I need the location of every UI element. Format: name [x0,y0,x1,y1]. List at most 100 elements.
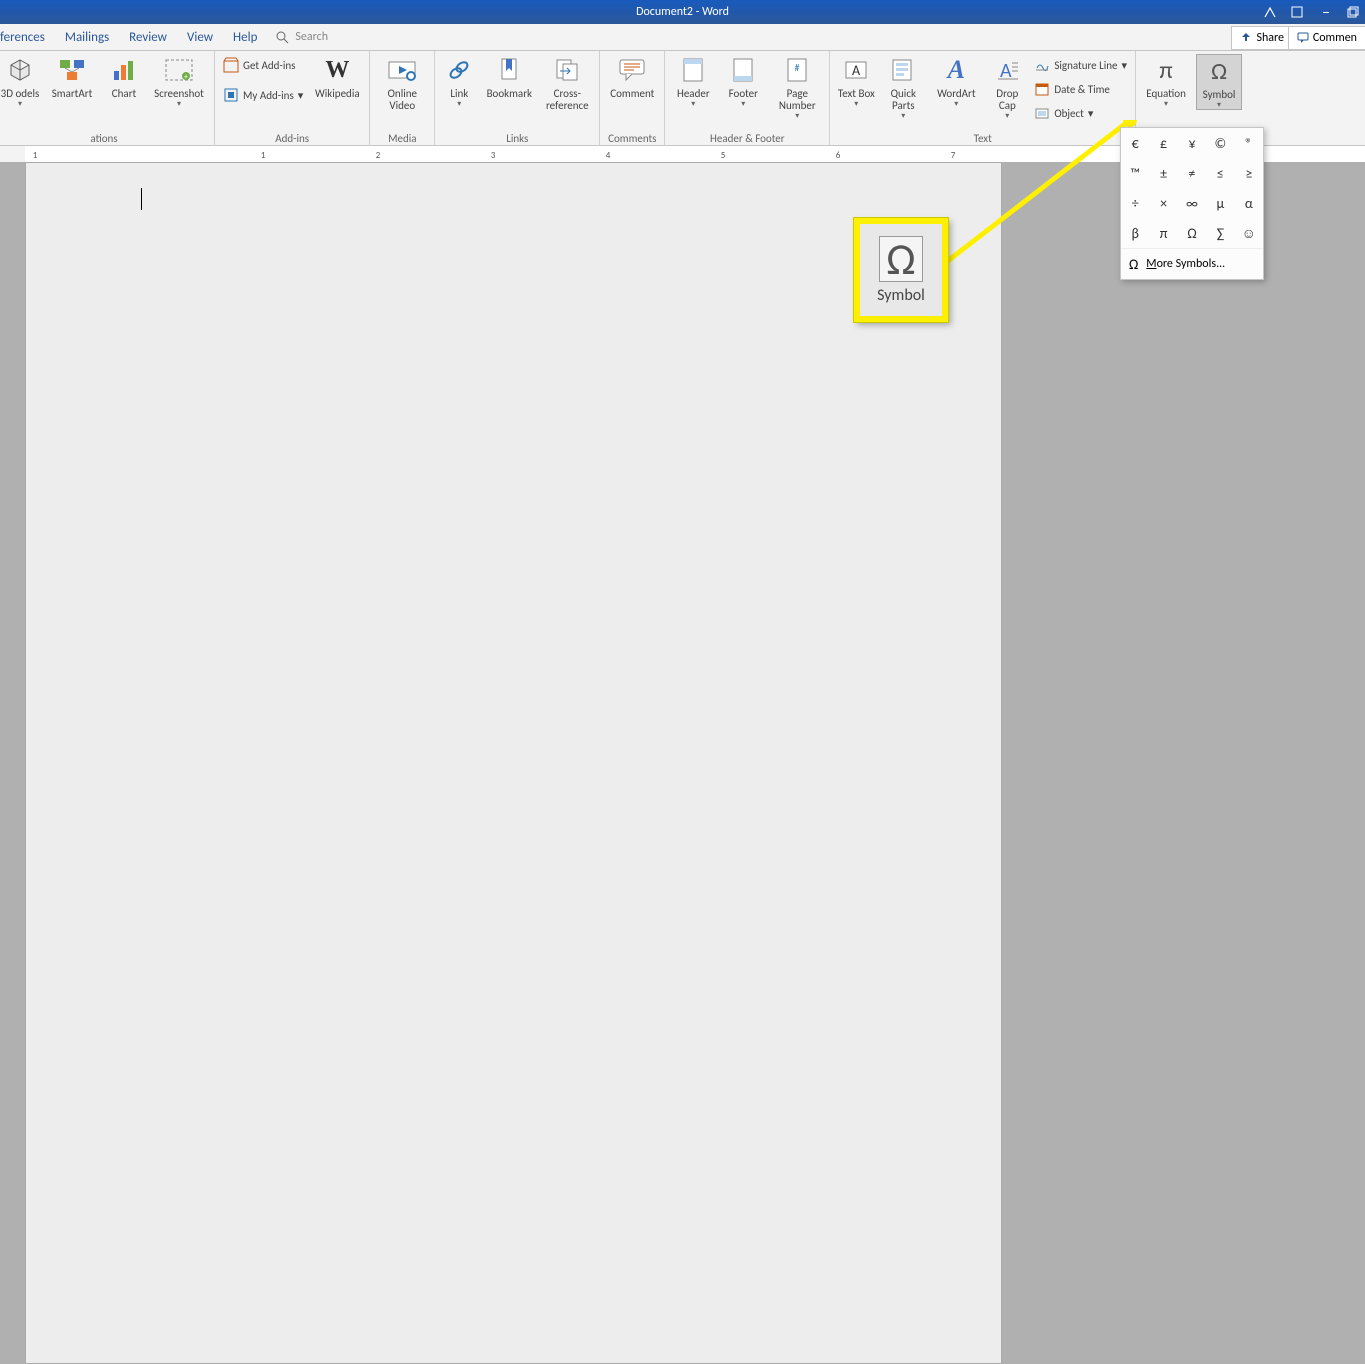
symbol-euro[interactable]: € [1121,128,1149,158]
comment-button[interactable]: Comment [606,54,658,100]
drop-cap-button[interactable]: A Drop Cap▾ [988,54,1026,120]
cross-ref-icon [551,54,583,86]
minimize-icon[interactable]: – [1319,3,1333,22]
signature-icon [1034,57,1050,73]
signature-line-button[interactable]: Signature Line ▾ [1032,54,1129,76]
symbol-callout: Ω Symbol [854,218,948,322]
comment-icon [1297,32,1309,44]
share-button[interactable]: Share [1231,26,1293,50]
chevron-down-icon: ▾ [1088,107,1094,120]
tab-help[interactable]: Help [223,24,267,50]
my-addins-button[interactable]: My Add-ins ▾ [221,84,305,106]
get-addins-button[interactable]: Get Add-ins [221,54,305,76]
text-cursor [141,188,142,210]
svg-text:#: # [795,61,800,74]
search-icon [275,30,289,44]
chevron-down-icon: ▾ [298,89,304,102]
tab-view[interactable]: View [177,24,223,50]
symbol-copy[interactable]: © [1206,128,1234,158]
symbol-geq[interactable]: ≥ [1235,158,1263,188]
svg-text:A: A [852,62,861,79]
omega-icon: Ω [1203,55,1235,87]
symbol-grid: € £ ¥ © ® ™ ± ≠ ≤ ≥ ÷ × ∞ µ α β π Ω ∑ ☺ [1121,128,1263,248]
page-number-button[interactable]: # Page Number▾ [771,54,823,120]
quick-parts-button[interactable]: Quick Parts▾ [882,54,924,120]
cross-reference-button[interactable]: Cross- reference [541,54,593,112]
header-icon [677,54,709,86]
search-box[interactable]: Search [275,30,328,44]
date-icon [1034,81,1050,97]
footer-icon [727,54,759,86]
symbol-mu[interactable]: µ [1206,188,1234,218]
footer-button[interactable]: Footer▾ [721,54,765,108]
smartart-icon [56,54,88,86]
screenshot-button[interactable]: + Screenshot▾ [150,54,208,108]
text-box-button[interactable]: A Text Box▾ [836,54,876,108]
page-number-icon: # [781,54,813,86]
document-page[interactable] [25,162,1002,1364]
equation-button[interactable]: π Equation▾ [1142,54,1190,108]
3d-models-icon [4,54,36,86]
chart-button[interactable]: Chart [104,54,144,100]
store-icon [223,57,239,73]
wordart-icon: A [940,54,972,86]
chevron-down-icon: ▾ [1122,59,1128,72]
symbol-leq[interactable]: ≤ [1206,158,1234,188]
header-button[interactable]: Header▾ [671,54,715,108]
symbol-beta[interactable]: β [1121,218,1149,248]
title-bar: Document2 - Word – [0,0,1365,24]
ribbon-tabs: ferences Mailings Review View Help Searc… [0,24,1365,51]
tab-mailings[interactable]: Mailings [55,24,119,50]
smartart-button[interactable]: SmartArt [46,54,98,100]
search-placeholder: Search [295,30,328,44]
symbol-button[interactable]: Ω Symbol▾ [1196,54,1242,110]
video-icon [386,54,418,86]
symbol-sum[interactable]: ∑ [1206,218,1234,248]
symbol-times[interactable]: × [1149,188,1177,218]
bookmark-button[interactable]: Bookmark [483,54,535,100]
tab-references[interactable]: ferences [0,24,55,50]
screenshot-icon: + [163,54,195,86]
link-icon [443,54,475,86]
online-video-button[interactable]: Online Video [376,54,428,112]
object-button[interactable]: Object ▾ [1032,102,1129,124]
ribbon-display-icon[interactable] [1263,5,1277,19]
quick-parts-icon [887,54,919,86]
equation-icon: π [1150,54,1182,86]
bookmark-icon [493,54,525,86]
symbol-omega[interactable]: Ω [1178,218,1206,248]
symbol-pm[interactable]: ± [1149,158,1177,188]
text-box-icon: A [840,54,872,86]
wordart-button[interactable]: A WordArt▾ [930,54,982,108]
symbol-neq[interactable]: ≠ [1178,158,1206,188]
more-symbols-button[interactable]: Ω More Symbols... [1121,248,1263,279]
symbol-yen[interactable]: ¥ [1178,128,1206,158]
wikipedia-icon: W [321,54,353,86]
symbol-div[interactable]: ÷ [1121,188,1149,218]
full-screen-icon[interactable] [1291,6,1305,18]
chart-icon [108,54,140,86]
maximize-icon[interactable] [1347,6,1361,18]
omega-icon: Ω [1129,256,1138,273]
symbol-pound[interactable]: £ [1149,128,1177,158]
date-time-button[interactable]: Date & Time [1032,78,1129,100]
symbol-reg[interactable]: ® [1235,128,1263,158]
symbol-smile[interactable]: ☺ [1235,218,1263,248]
tab-review[interactable]: Review [119,24,177,50]
symbol-inf[interactable]: ∞ [1178,188,1206,218]
drop-cap-icon: A [991,54,1023,86]
share-icon [1240,32,1252,44]
omega-icon: Ω [879,236,922,282]
comments-button[interactable]: Commen [1288,26,1365,50]
3d-models-button[interactable]: 3D odels▾ [0,54,40,108]
svg-text:+: + [184,72,188,82]
symbol-pi[interactable]: π [1149,218,1177,248]
symbol-dropdown: € £ ¥ © ® ™ ± ≠ ≤ ≥ ÷ × ∞ µ α β π Ω ∑ ☺ … [1120,127,1264,280]
object-icon [1034,105,1050,121]
symbol-tm[interactable]: ™ [1121,158,1149,188]
addins-icon [223,87,239,103]
symbol-alpha[interactable]: α [1235,188,1263,218]
window-title: Document2 - Word [636,5,729,19]
wikipedia-button[interactable]: W Wikipedia [311,54,363,100]
link-button[interactable]: Link▾ [441,54,477,108]
